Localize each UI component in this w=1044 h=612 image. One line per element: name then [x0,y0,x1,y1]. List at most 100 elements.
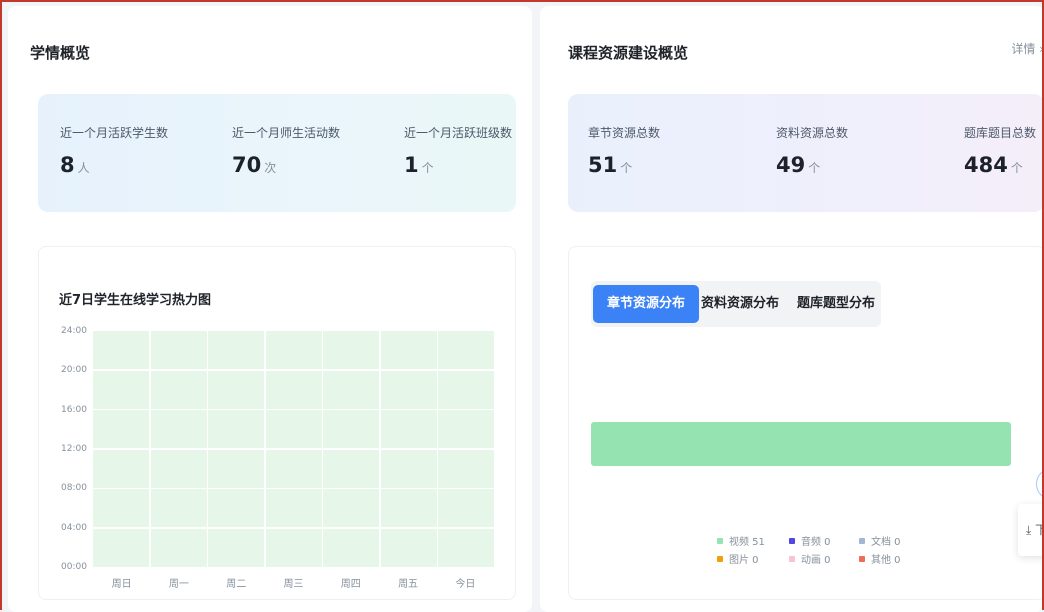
tab-chapter-distribution[interactable]: 章节资源分布 [593,285,700,323]
stat-value: 8 [60,153,75,177]
resource-stats-panel: 章节资源总数 51 个 资料资源总数 49 个 题库题目总数 484 个 [568,94,1044,212]
heatmap-cell [208,331,264,370]
stat-unit: 个 [808,161,821,175]
heatmap-x-tick: 周五 [398,579,419,590]
heatmap-cell [265,528,322,567]
student-overview-title: 学情概览 [30,44,91,62]
heatmap-cell [93,410,149,449]
heatmap-cell [438,528,494,567]
legend-label: 音频 0 [801,537,831,548]
stat-active-students: 近一个月活跃学生数 8人 [60,124,168,177]
heatmap-cell [438,449,494,488]
heatmap-cell [93,370,149,409]
heatmap-y-tick: 00:00 [61,562,87,572]
tab-material-distribution[interactable]: 资料资源分布 [687,285,793,323]
stat-unit: 个 [421,161,434,175]
stat-value: 49 [776,153,806,177]
heatmap-cell [438,489,494,528]
download-button[interactable]: ⤓ 下 [1018,504,1044,556]
heatmap-cell [380,331,437,370]
heatmap-cell [93,331,149,370]
heatmap-x-tick: 周四 [340,579,361,590]
heatmap-cell [380,449,437,488]
heatmap-y-tick: 04:00 [61,522,87,533]
heatmap-cell [265,370,322,409]
heatmap-cell [438,370,494,409]
legend-label: 图片 0 [729,555,759,566]
heatmap-y-tick: 16:00 [61,404,87,415]
resource-distribution-card: 章节资源分布 资料资源分布 题库题型分布 视频 51 音频 0 文档 0 图片 … [568,246,1044,600]
heatmap-cell [208,449,264,488]
heatmap-card: 近7日学生在线学习热力图 24:00 20:00 16:00 12:00 08:00 04… [38,246,516,600]
legend-label: 其他 0 [871,555,901,566]
heatmap-cell [323,331,379,370]
heatmap-x-tick: 今日 [455,579,476,590]
heatmap-x-tick: 周三 [283,579,304,590]
heatmap-y-tick: 20:00 [61,365,87,376]
stat-value: 70 [232,153,262,177]
heatmap-cell [380,410,437,449]
stat-label: 章节资源总数 [588,126,661,140]
legend-label: 文档 0 [871,537,901,548]
stat-activities: 近一个月师生活动数 70 次 [232,124,340,177]
heatmap-cell [150,528,207,567]
stat-unit: 人 [77,161,90,175]
stat-unit: 个 [620,161,633,175]
student-overview-card: 学情概览 近一个月活跃学生数 8人 近一个月师生活动数 70 次 近一个月活跃班级… [8,6,532,612]
heatmap-y-tick: 12:00 [61,444,87,454]
stat-value: 484 [964,153,1008,177]
stat-label: 近一个月活跃班级数 [404,126,513,140]
heatmap-cell [150,449,207,488]
heatmap-cell [150,410,207,449]
legend-swatch [859,556,865,562]
student-stats-panel: 近一个月活跃学生数 8人 近一个月师生活动数 70 次 近一个月活跃班级数 1个 [38,94,516,212]
heatmap-cell [380,528,437,567]
course-resource-title: 课程资源建设概览 [568,44,689,62]
stat-unit: 次 [264,161,277,175]
heatmap-cell [323,528,379,567]
stat-label: 资料资源总数 [776,126,849,140]
heatmap-x-tick: 周二 [226,579,247,590]
legend-swatch [859,538,865,544]
details-link[interactable]: 详情 › [1011,40,1044,57]
course-resource-card: 课程资源建设概览 详情 › 章节资源总数 51 个 资料资源总数 49 个 题库题目… [540,6,1044,612]
heatmap-cell [438,410,494,449]
tab-question-distribution[interactable]: 题库题型分布 [783,285,889,323]
distribution-tabs: 章节资源分布 资料资源分布 题库题型分布 [591,281,881,327]
legend-label: 视频 51 [729,537,765,548]
heatmap-cell [380,370,437,409]
legend-swatch [789,538,795,544]
legend-item-document: 文档 0 [859,533,901,548]
heatmap-cell [380,489,437,528]
heatmap-cell [265,331,322,370]
stat-value: 51 [588,153,618,177]
heatmap-y-tick: 08:00 [61,483,87,494]
heatmap-cell [93,489,149,528]
heatmap-cell [323,489,379,528]
stat-question-bank: 题库题目总数 484 个 [964,124,1036,177]
heatmap-cell [323,449,379,488]
heatmap-grid [93,331,494,567]
legend-swatch [717,556,723,562]
legend-item-audio: 音频 0 [789,533,831,548]
heatmap-title: 近7日学生在线学习热力图 [59,293,212,308]
heatmap-cell [323,410,379,449]
legend-swatch [717,538,723,544]
legend-item-image: 图片 0 [717,551,759,566]
legend-item-video: 视频 51 [717,533,765,548]
heatmap-cell [438,331,494,370]
heatmap-y-tick: 24:00 [61,326,87,336]
stat-label: 近一个月活跃学生数 [60,126,169,140]
stat-label: 题库题目总数 [964,126,1037,140]
stat-chapter-resources: 章节资源总数 51 个 [588,124,660,177]
heatmap-cell [323,370,379,409]
heatmap-cell [150,331,207,370]
heatmap-x-tick: 周日 [111,579,132,590]
heatmap-cell [150,489,207,528]
heatmap-cell [208,489,264,528]
heatmap-cell [93,449,149,488]
heatmap-cell [265,449,322,488]
heatmap-cell [208,410,264,449]
heatmap-cell [265,489,322,528]
heatmap-cell [208,528,264,567]
